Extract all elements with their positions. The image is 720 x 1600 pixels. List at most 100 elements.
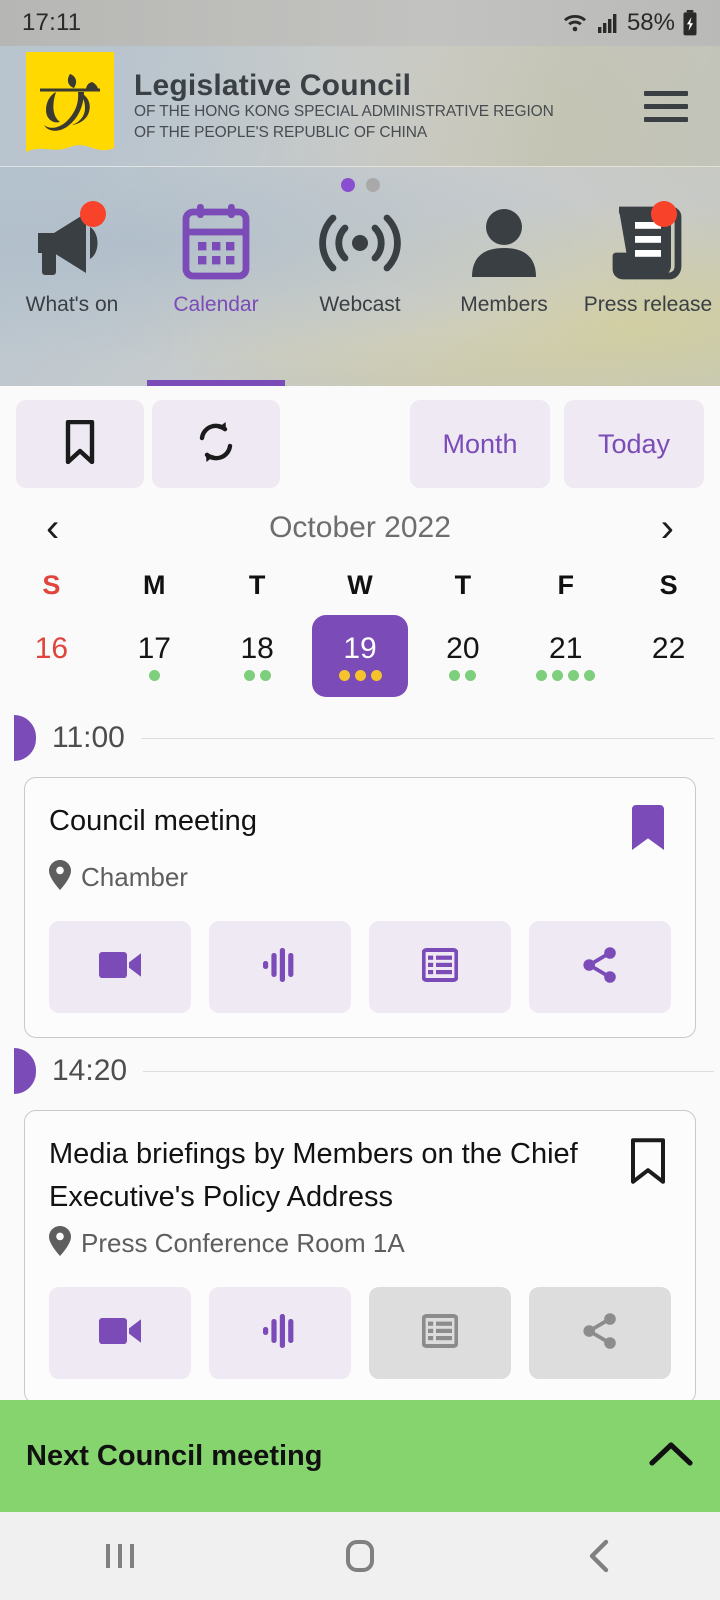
dow-label: M (143, 570, 166, 600)
nav-active-underline (147, 380, 285, 386)
week-strip: 16 17 18 19 20 21 22 (0, 615, 720, 697)
nav-item-label: What's on (25, 293, 119, 316)
agenda-time-row: 11:00 (0, 705, 720, 771)
chevron-right-icon[interactable]: › (661, 508, 674, 548)
dow-label: S (659, 570, 678, 600)
video-camera-button[interactable] (49, 921, 191, 1013)
nav-item-label: Webcast (319, 293, 401, 316)
battery-percentage: 58% (626, 9, 675, 36)
app-screen: 17:11 58% Legislative Council OF THE HON… (0, 0, 720, 1600)
event-location: Press Conference Room 1A (81, 1228, 405, 1259)
legco-emblem-logo (26, 52, 114, 160)
time-divider (140, 737, 714, 739)
event-dots (536, 669, 596, 681)
event-card[interactable]: Media briefings by Members on the Chief … (24, 1110, 696, 1405)
recents-icon[interactable] (60, 1538, 180, 1574)
bookmark-filter-button[interactable] (16, 400, 144, 488)
bookmark-icon-outline[interactable] (625, 1133, 671, 1185)
hamburger-menu-icon[interactable] (644, 90, 688, 122)
audio-waveform-button[interactable] (209, 1287, 351, 1380)
nav-item-press-release[interactable]: Press release (576, 201, 720, 386)
video-camera-button[interactable] (49, 1287, 191, 1380)
event-dots (338, 669, 382, 681)
next-meeting-bar[interactable]: Next Council meeting (0, 1400, 720, 1512)
dow-label: W (347, 570, 373, 600)
date-number: 22 (651, 631, 686, 665)
agenda-list-button[interactable] (369, 921, 511, 1013)
calendar-toolbar: Month Today (0, 386, 720, 494)
notification-badge (80, 201, 106, 227)
status-time: 17:11 (22, 9, 82, 36)
date-cell[interactable]: 20 (411, 615, 514, 697)
page-indicator-dots (0, 178, 720, 192)
event-location: Chamber (81, 862, 188, 892)
map-pin-icon (49, 1226, 71, 1261)
event-dots (449, 669, 477, 681)
android-navigation-bar (0, 1512, 720, 1600)
primary-nav: What's on Calendar Webcast Members Press… (0, 166, 720, 386)
date-number: 18 (240, 631, 274, 665)
wifi-icon (561, 11, 589, 35)
nav-item-calendar[interactable]: Calendar (144, 201, 288, 386)
header-text-block: Legislative Council OF THE HONG KONG SPE… (134, 69, 644, 144)
event-actions (49, 1287, 671, 1380)
page-dot-inactive[interactable] (365, 178, 380, 192)
person-icon (469, 201, 539, 285)
date-cell-selected[interactable]: 19 (309, 615, 412, 697)
page-dot-active[interactable] (340, 178, 355, 192)
agenda-list-icon (421, 947, 459, 988)
cellular-signal-icon (596, 11, 620, 35)
press-document-icon (611, 201, 685, 285)
status-indicators: 58% (561, 9, 698, 37)
agenda-list-button-disabled (369, 1287, 511, 1380)
date-number: 17 (137, 631, 171, 665)
chevron-left-icon[interactable]: ‹ (46, 508, 59, 548)
date-cell[interactable]: 21 (514, 615, 617, 697)
time-divider (143, 1070, 714, 1072)
next-meeting-label: Next Council meeting (26, 1439, 323, 1472)
event-card[interactable]: Council meeting Chamber (24, 777, 696, 1038)
date-cell[interactable]: 22 (617, 615, 720, 697)
refresh-button[interactable] (152, 400, 280, 488)
bookmark-icon-filled[interactable] (625, 800, 671, 852)
date-number: 19 (343, 631, 377, 665)
month-navigation: ‹ October 2022 › (0, 494, 720, 554)
audio-waveform-icon (262, 947, 298, 988)
agenda-time: 14:20 (52, 1054, 128, 1087)
nav-item-whats-on[interactable]: What's on (0, 201, 144, 386)
agenda-list-icon (421, 1313, 459, 1354)
day-of-week-header: S M T W T F S (0, 570, 720, 601)
month-view-button[interactable]: Month (410, 400, 550, 488)
notification-badge (651, 201, 677, 227)
dow-label: F (557, 570, 574, 600)
map-pin-icon (49, 860, 71, 895)
dow-label: T (248, 570, 266, 600)
nav-item-webcast[interactable]: Webcast (288, 201, 432, 386)
dow-label: T (454, 570, 472, 600)
broadcast-icon (318, 201, 402, 285)
date-number: 21 (549, 631, 583, 665)
share-button[interactable] (529, 921, 671, 1013)
megaphone-icon (30, 201, 114, 285)
event-title: Council meeting (49, 805, 257, 837)
date-cell[interactable]: 16 (0, 615, 103, 697)
agenda-time: 11:00 (52, 721, 125, 754)
nav-item-members[interactable]: Members (432, 201, 576, 386)
audio-waveform-button[interactable] (209, 921, 351, 1013)
event-actions (49, 921, 671, 1013)
header-subtitle-line1: OF THE HONG KONG SPECIAL ADMINISTRATIVE … (134, 103, 554, 121)
event-title: Media briefings by Members on the Chief … (49, 1138, 578, 1213)
back-icon[interactable] (540, 1538, 660, 1574)
date-cell[interactable]: 17 (103, 615, 206, 697)
sync-refresh-icon (194, 420, 238, 469)
time-marker (14, 1048, 36, 1094)
date-cell[interactable]: 18 (206, 615, 309, 697)
agenda-list: 11:00 Council meeting Chamber 14:20 Medi… (0, 705, 720, 1405)
bookmark-icon (64, 419, 96, 469)
battery-charging-icon (682, 10, 698, 36)
home-icon[interactable] (300, 1538, 420, 1574)
share-button-disabled (529, 1287, 671, 1380)
page-title: Legislative Council (134, 68, 412, 102)
today-button[interactable]: Today (564, 400, 704, 488)
chevron-up-icon[interactable] (648, 1439, 694, 1474)
